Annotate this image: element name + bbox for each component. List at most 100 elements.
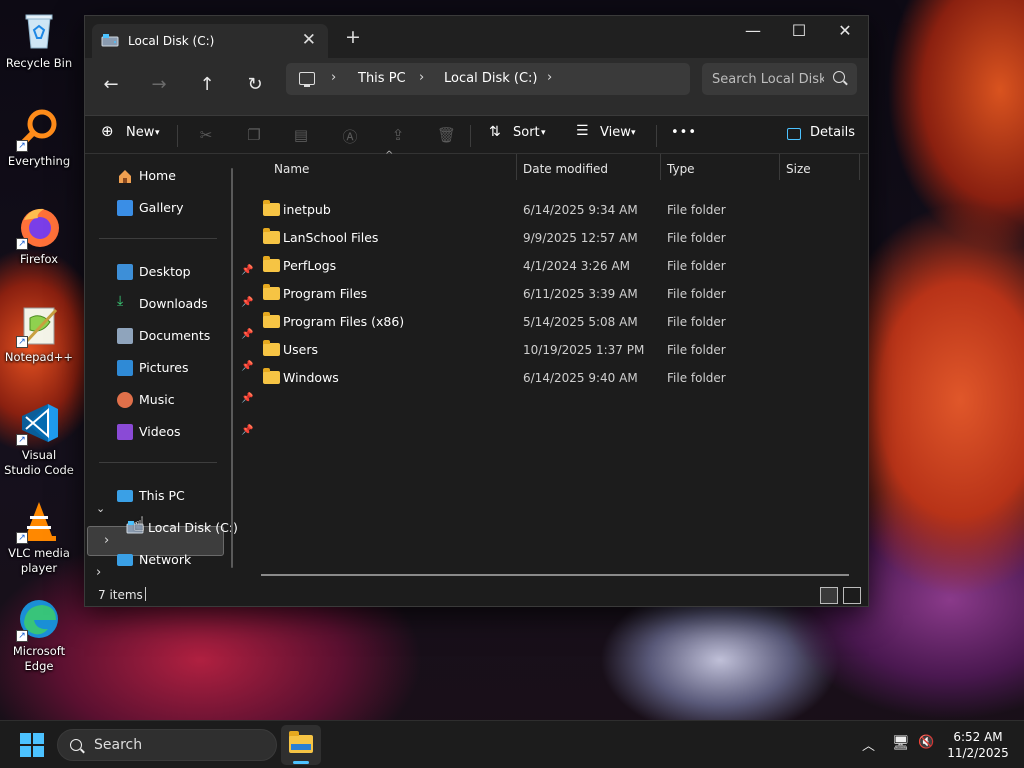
search-icon[interactable] — [833, 71, 845, 83]
desktop-icon-vscode[interactable]: ↗ Visual Studio Code — [2, 400, 76, 478]
forward-button[interactable]: → — [145, 74, 173, 95]
refresh-button[interactable]: ↻ — [241, 74, 269, 95]
drive-icon — [101, 33, 119, 47]
more-options-button[interactable]: ••• — [671, 125, 697, 140]
minimize-button[interactable]: — — [730, 21, 776, 40]
column-divider[interactable] — [859, 154, 860, 180]
table-row[interactable]: LanSchool Files 9/9/2025 12:57 AM File f… — [261, 224, 851, 252]
title-bar[interactable]: Local Disk (C:) ✕ + — ☐ ✕ — [85, 16, 868, 58]
shortcut-arrow-icon: ↗ — [16, 630, 28, 642]
taskbar-search[interactable]: Search — [57, 729, 277, 761]
chevron-right-icon[interactable]: › — [419, 70, 424, 85]
desktop-icon-label: Recycle Bin — [5, 56, 73, 70]
folder-icon — [263, 200, 280, 216]
search-input[interactable] — [712, 69, 824, 89]
horizontal-scrollbar[interactable] — [261, 574, 849, 576]
taskbar-file-explorer[interactable] — [281, 725, 321, 765]
paste-icon[interactable]: ▤ — [292, 126, 310, 144]
desktop-icon — [117, 264, 133, 280]
folder-icon — [263, 284, 280, 300]
volume-muted-icon[interactable]: 🔇 — [918, 735, 934, 750]
rename-icon[interactable]: Ⓐ — [341, 126, 359, 146]
share-icon[interactable]: ⇪ — [389, 126, 407, 144]
desktop-icon-label: Visual Studio Code — [4, 448, 74, 477]
close-window-button[interactable]: ✕ — [822, 21, 868, 40]
desktop-icon-label: VLC media player — [8, 546, 70, 575]
start-button[interactable] — [20, 733, 44, 757]
view-icon[interactable]: ☰ — [576, 123, 589, 139]
chevron-right-icon[interactable]: › — [96, 565, 101, 580]
table-row[interactable]: inetpub 6/14/2025 9:34 AM File folder — [261, 196, 851, 224]
document-icon — [117, 328, 133, 344]
desktop-icon-label: Firefox — [19, 252, 59, 266]
status-divider — [145, 587, 146, 601]
nav-item-label: Music — [139, 392, 175, 407]
back-button[interactable]: ← — [97, 74, 125, 95]
chevron-right-icon[interactable]: › — [331, 70, 336, 85]
chevron-up-icon[interactable]: ︿ — [862, 735, 875, 754]
toolbar-divider — [470, 125, 471, 147]
file-name: LanSchool Files — [283, 230, 379, 245]
file-explorer-window: Local Disk (C:) ✕ + — ☐ ✕ ← → ↑ ↻ › This… — [84, 15, 869, 607]
column-header-size[interactable]: Size — [780, 156, 811, 182]
search-box[interactable] — [702, 63, 857, 95]
chevron-down-icon[interactable]: ⌄ — [96, 502, 105, 515]
delete-icon[interactable]: 🗑 — [437, 126, 456, 144]
desktop-icon-recycle-bin[interactable]: Recycle Bin — [2, 8, 76, 71]
edge-icon: ↗ — [16, 596, 62, 642]
table-row[interactable]: Windows 6/14/2025 9:40 AM File folder — [261, 364, 851, 392]
table-row[interactable]: Program Files (x86) 5/14/2025 5:08 AM Fi… — [261, 308, 851, 336]
chevron-right-icon[interactable]: › — [104, 533, 109, 548]
file-date: 4/1/2024 3:26 AM — [523, 259, 631, 273]
chevron-down-icon[interactable]: ▾ — [155, 128, 160, 138]
tab-local-disk[interactable]: Local Disk (C:) ✕ — [92, 24, 328, 58]
gallery-icon — [117, 200, 133, 216]
details-pane-icon[interactable] — [787, 128, 801, 140]
this-pc-icon — [117, 490, 133, 502]
column-header-date[interactable]: Date modified — [517, 156, 608, 182]
details-button[interactable]: Details — [810, 125, 855, 140]
maximize-button[interactable]: ☐ — [776, 21, 822, 40]
network-status-icon[interactable]: 🖥 — [892, 735, 910, 751]
desktop-icon-firefox[interactable]: ↗ Firefox — [2, 204, 76, 267]
cut-icon[interactable]: ✂ — [197, 126, 215, 144]
clock-date: 11/2/2025 — [947, 746, 1009, 760]
new-button[interactable]: New — [126, 125, 154, 140]
nav-divider — [99, 238, 217, 239]
chevron-down-icon[interactable]: ▾ — [541, 128, 546, 138]
network-icon — [117, 554, 133, 566]
nav-item-label: Documents — [139, 328, 211, 343]
firefox-icon: ↗ — [16, 204, 62, 250]
new-tab-button[interactable]: + — [345, 26, 361, 48]
desktop-icon-label: Notepad++ — [4, 350, 74, 364]
desktop-icon-vlc[interactable]: ↗ VLC media player — [2, 498, 76, 576]
command-bar: ⊕ New ▾ ✂ ❐ ▤ Ⓐ ⇪ 🗑 ⇅ Sort ▾ ☰ View ▾ ••… — [85, 116, 868, 154]
chevron-right-icon[interactable]: › — [547, 70, 552, 85]
large-icons-view-icon[interactable] — [843, 587, 861, 604]
table-row[interactable]: Users 10/19/2025 1:37 PM File folder — [261, 336, 851, 364]
sort-button[interactable]: Sort — [513, 125, 540, 140]
close-tab-icon[interactable]: ✕ — [302, 30, 316, 50]
desktop-icon-notepad-plus-plus[interactable]: ↗ Notepad++ — [2, 302, 76, 365]
view-button[interactable]: View — [600, 125, 631, 140]
desktop-icon-everything[interactable]: ↗ Everything — [2, 106, 76, 169]
file-date: 6/14/2025 9:40 AM — [523, 371, 638, 385]
breadcrumb-local-disk[interactable]: Local Disk (C:) — [444, 71, 537, 86]
sort-icon[interactable]: ⇅ — [489, 124, 501, 140]
system-clock[interactable]: 6:52 AM 11/2/2025 — [946, 729, 1010, 761]
chevron-down-icon[interactable]: ▾ — [631, 128, 636, 138]
table-row[interactable]: PerfLogs 4/1/2024 3:26 AM File folder — [261, 252, 851, 280]
desktop-icon-edge[interactable]: ↗ Microsoft Edge — [2, 596, 76, 674]
column-header-name[interactable]: Name — [268, 156, 309, 182]
nav-scrollbar[interactable] — [231, 168, 233, 568]
copy-icon[interactable]: ❐ — [245, 126, 263, 144]
desktop-icon-label: Microsoft Edge — [12, 644, 66, 673]
column-header-type[interactable]: Type — [661, 156, 695, 182]
folder-icon — [263, 340, 280, 356]
address-bar[interactable]: › This PC › Local Disk (C:) › — [286, 63, 690, 95]
breadcrumb-this-pc[interactable]: This PC — [358, 71, 406, 86]
up-button[interactable]: ↑ — [193, 74, 221, 95]
table-row[interactable]: Program Files 6/11/2025 3:39 AM File fol… — [261, 280, 851, 308]
new-plus-icon[interactable]: ⊕ — [101, 122, 114, 140]
details-view-icon[interactable] — [820, 587, 838, 604]
